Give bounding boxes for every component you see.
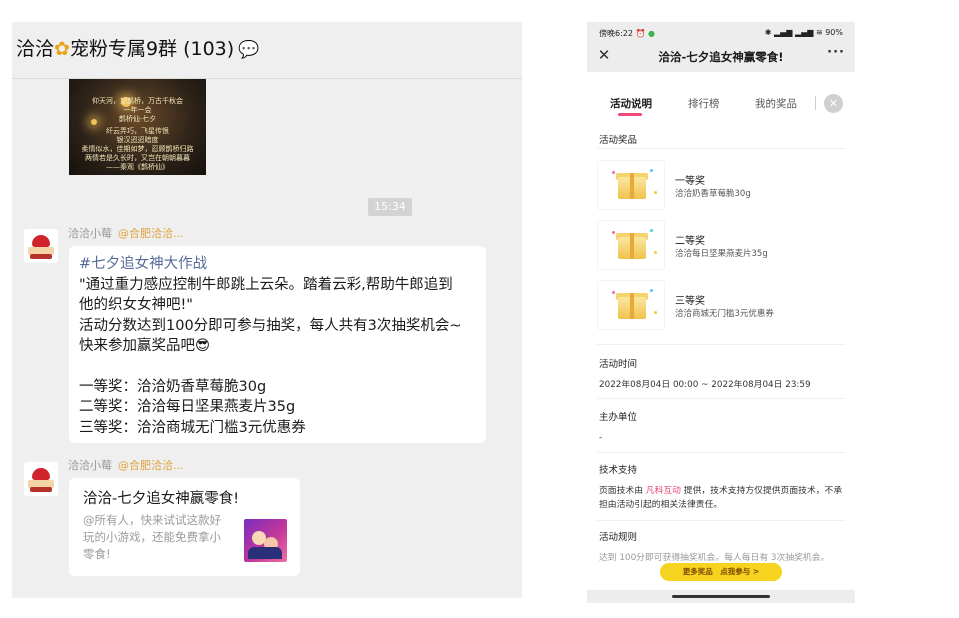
- sunflower-icon: ✿: [54, 38, 70, 60]
- message-line: 一等奖：洽洽奶香草莓脆30g: [79, 378, 267, 395]
- message-line: 三等奖：洽洽商城无门槛3元优惠券: [79, 419, 306, 436]
- sponsor-value: -: [599, 433, 603, 443]
- section-title-sponsor: 主办单位: [599, 412, 638, 423]
- prize-description: 洽洽每日坚果燕麦片35g: [675, 249, 768, 259]
- prize-description: 洽洽商城无门槛3元优惠券: [675, 309, 774, 319]
- card-title: 洽洽-七夕追女神赢零食!: [83, 491, 240, 507]
- prize-name: 三等奖: [675, 296, 705, 307]
- message-line: 活动分数达到100分即可参与抽奖，每人共有3次抽奖机会~: [79, 317, 462, 334]
- home-indicator[interactable]: [672, 595, 770, 598]
- sender-mention: @合肥洽洽...: [118, 227, 184, 240]
- image-caption-line: 银汉迢迢暗度: [116, 136, 159, 144]
- activity-time-value: 2022年08月04日 00:00 ~ 2022年08月04日 23:59: [599, 380, 811, 390]
- status-time: 傍晚6:22 ⏰ ●: [599, 29, 656, 38]
- tab-activity-description[interactable]: 活动说明: [610, 96, 652, 111]
- image-caption-line: 鹊桥仙·七夕: [118, 115, 157, 123]
- image-caption-line: 一年一会: [123, 106, 152, 114]
- mini-program-card[interactable]: 洽洽-七夕追女神赢零食! @所有人，快来试试这款好玩的小游戏，还能免费拿小零食!: [69, 478, 300, 576]
- image-caption-line: 柔情似水，佳期如梦，忍顾鹊桥归路: [81, 145, 194, 153]
- participate-button[interactable]: 更多奖品 点我参与 >: [660, 563, 782, 581]
- group-member-count: (103): [183, 38, 235, 60]
- message-line: 二等奖：洽洽每日坚果燕麦片35g: [79, 399, 296, 415]
- card-description: @所有人，快来试试这款好玩的小游戏，还能免费拿小零食!: [83, 513, 221, 561]
- section-title-rules: 活动规则: [599, 532, 638, 543]
- chat-image-message[interactable]: 仰天河，望鹊桥，万古千秋会 一年一会 鹊桥仙·七夕 纤云弄巧，飞星传恨 银汉迢迢…: [69, 79, 206, 175]
- gift-box-icon: [597, 280, 665, 330]
- text-message-bubble[interactable]: #七夕追女神大作战 "通过重力感应控制牛郎跳上云朵。踏着云彩,帮助牛郎追到 他的…: [69, 246, 486, 443]
- tab-divider: [815, 96, 816, 110]
- gift-box-icon: [597, 160, 665, 210]
- tech-provider-link[interactable]: 凡科互动: [646, 486, 681, 496]
- active-tab-indicator: [618, 113, 642, 116]
- close-icon[interactable]: ✕: [824, 94, 843, 113]
- prize-name: 二等奖: [675, 236, 705, 247]
- more-icon[interactable]: ···: [827, 45, 845, 60]
- group-title-name: 宠粉专属9群: [69, 38, 178, 60]
- section-divider: [597, 148, 845, 149]
- chat-window: 洽洽✿宠粉专属9群 (103) 💬 仰天河，望鹊桥，万古千秋会 一年一会 鹊桥仙·…: [12, 22, 522, 598]
- sender-mention: @合肥洽洽...: [118, 459, 184, 472]
- avatar[interactable]: [24, 462, 58, 496]
- phone-screen: 傍晚6:22 ⏰ ● ✱ ▂▄▆ ▂▄▆ ≋ 90% ✕ 洽洽-七夕追女神赢零食…: [587, 22, 855, 603]
- message-hashtag[interactable]: #七夕追女神大作战: [79, 254, 476, 275]
- image-caption-line: 纤云弄巧，飞星传恨: [106, 127, 169, 135]
- message-line: [79, 357, 476, 377]
- prize-description: 洽洽奶香草莓脆30g: [675, 189, 751, 199]
- card-thumbnail: [244, 519, 287, 562]
- nav-title: 洽洽-七夕追女神赢零食!: [658, 50, 784, 64]
- sender-name: 洽洽小莓 @合肥洽洽...: [68, 459, 184, 472]
- phone-nav-bar: [587, 590, 855, 603]
- tab-my-prizes[interactable]: 我的奖品: [755, 96, 797, 111]
- chat-group-title[interactable]: 洽洽✿宠粉专属9群 (103) 💬: [16, 34, 259, 61]
- section-divider: [597, 520, 845, 521]
- section-title-tech: 技术支持: [599, 465, 638, 476]
- tab-leaderboard[interactable]: 排行榜: [688, 96, 720, 111]
- message-line: 他的织女女神吧!": [79, 297, 193, 313]
- message-line: "通过重力感应控制牛郎跳上云朵。踏着云彩,帮助牛郎追到: [79, 276, 453, 293]
- timestamp-badge: 15:34: [368, 198, 412, 216]
- message-line: 快来参加赢奖品吧😎: [79, 338, 211, 354]
- alarm-icon: ⏰: [635, 29, 646, 38]
- sender-name: 洽洽小莓 @合肥洽洽...: [68, 227, 184, 240]
- tech-support-text: 页面技术由 凡科互动 提供，技术支持方仅提供页面技术，不承担由活动引起的相关法律…: [599, 486, 843, 510]
- image-caption-line: 仰天河，望鹊桥，万古千秋会: [92, 97, 183, 105]
- battery-icon: ✱ ▂▄▆ ▂▄▆ ≋ 90%: [764, 28, 843, 37]
- chat-bubble-icon[interactable]: 💬: [238, 40, 259, 60]
- wechat-icon: ●: [648, 29, 656, 38]
- status-bar: 傍晚6:22 ⏰ ● ✱ ▂▄▆ ▂▄▆ ≋ 90%: [587, 24, 855, 42]
- section-divider: [597, 398, 845, 399]
- prize-name: 一等奖: [675, 176, 705, 187]
- section-title-prizes: 活动奖品: [599, 135, 638, 146]
- phone-header: 傍晚6:22 ⏰ ● ✱ ▂▄▆ ▂▄▆ ≋ 90% ✕ 洽洽-七夕追女神赢零食…: [587, 22, 855, 72]
- gift-box-icon: [597, 220, 665, 270]
- section-title-time: 活动时间: [599, 359, 638, 370]
- avatar[interactable]: [24, 229, 58, 263]
- group-title-prefix: 洽洽: [16, 38, 55, 60]
- image-caption-line: ——秦观《鹊桥仙》: [106, 163, 169, 171]
- section-divider: [597, 452, 845, 453]
- section-divider: [597, 344, 845, 345]
- image-caption-line: 两情若是久长时，又岂在朝朝暮暮: [85, 154, 190, 162]
